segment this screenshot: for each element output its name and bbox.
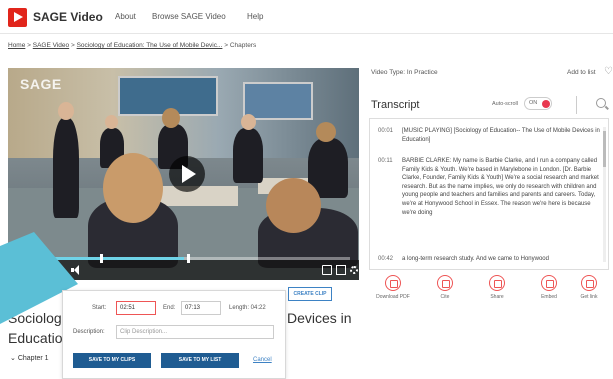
progress-bar[interactable] — [30, 254, 350, 263]
clip-start-handle[interactable] — [100, 254, 104, 263]
video-frame-student — [233, 128, 263, 183]
get-link-button[interactable]: Get link — [565, 275, 613, 300]
end-time-field[interactable]: 07:13 — [181, 301, 221, 315]
save-to-my-clips-button[interactable]: SAVE TO MY CLIPS — [73, 353, 151, 368]
site-logo-text[interactable]: SAGE Video — [33, 10, 103, 24]
tool-label: Get link — [580, 294, 598, 300]
clip-panel: Start: 02:51 End: 07:13 Length: 04:22 De… — [62, 290, 286, 379]
autoscroll-toggle[interactable]: ON — [524, 97, 552, 110]
page: SAGE Video About Browse SAGE Video Help … — [0, 0, 613, 379]
nav-about[interactable]: About — [115, 12, 136, 21]
end-label: End: — [163, 305, 176, 311]
sage-watermark: SAGE — [20, 76, 62, 92]
breadcrumb: Home > SAGE Video > Sociology of Educati… — [8, 42, 256, 49]
start-time-field[interactable]: 02:51 — [116, 301, 156, 315]
create-clip-button[interactable]: CREATE CLIP — [288, 287, 332, 301]
breadcrumb-title[interactable]: Sociology of Education: The Use of Mobil… — [77, 42, 223, 49]
transcript-scrollbar[interactable] — [603, 127, 606, 262]
gear-icon[interactable] — [350, 266, 358, 274]
autoscroll-state: ON — [529, 100, 538, 106]
description-label: Description: — [73, 329, 105, 335]
share-button[interactable]: Share — [473, 275, 521, 300]
download-icon — [385, 275, 401, 291]
nav-help[interactable]: Help — [247, 12, 263, 21]
add-to-list-link[interactable]: Add to list — [567, 69, 596, 76]
start-label: Start: — [92, 305, 107, 311]
video-type-label: Video Type: In Practice — [371, 69, 438, 76]
heart-icon[interactable]: ♡ — [604, 66, 613, 77]
clip-end-handle[interactable] — [186, 254, 190, 263]
transcript-tools: Download PDF Cite Share Embed Get link — [369, 275, 613, 315]
video-frame-head — [103, 153, 163, 223]
link-icon — [581, 275, 597, 291]
toggle-knob — [542, 100, 550, 108]
clip-length: Length: 04:22 — [229, 305, 266, 311]
video-frame-head — [105, 115, 118, 129]
transcript-text: [MUSIC PLAYING] [Sociology of Education-… — [402, 128, 600, 143]
breadcrumb-current: Chapters — [229, 42, 257, 49]
tool-label: Share — [490, 294, 504, 300]
chapter-link-label: Chapter 1 — [17, 355, 49, 362]
video-frame-head — [58, 102, 74, 120]
share-icon — [489, 275, 505, 291]
video-frame-head — [241, 114, 256, 130]
chapter-link[interactable]: ⌄ Chapter 1 — [10, 354, 49, 362]
transcript-text: BARBIE CLARKE: My name is Barbie Clarke,… — [402, 158, 599, 216]
search-icon[interactable] — [596, 98, 606, 108]
cite-icon — [437, 275, 453, 291]
cite-button[interactable]: Cite — [421, 275, 469, 300]
tool-label: Cite — [440, 294, 450, 300]
breadcrumb-home[interactable]: Home — [8, 42, 25, 49]
cancel-link[interactable]: Cancel — [253, 357, 272, 363]
tool-label: Download PDF — [376, 294, 410, 300]
scroll-thumb[interactable] — [603, 131, 606, 167]
breadcrumb-separator: > — [27, 42, 31, 49]
site-header: SAGE Video About Browse SAGE Video Help — [0, 0, 613, 34]
transcript-panel[interactable]: 00:01 [MUSIC PLAYING] [Sociology of Educ… — [369, 118, 609, 270]
breadcrumb-sage-video[interactable]: SAGE Video — [33, 42, 69, 49]
embed-icon — [541, 275, 557, 291]
fullscreen-icon[interactable] — [336, 265, 346, 275]
breadcrumb-separator: > — [70, 42, 75, 49]
video-frame-head — [162, 108, 180, 128]
save-to-my-list-button[interactable]: SAVE TO MY LIST — [161, 353, 239, 368]
nav-browse[interactable]: Browse SAGE Video — [152, 12, 226, 21]
video-frame-head — [316, 122, 336, 142]
play-button[interactable] — [169, 156, 205, 192]
autoscroll-label: Auto-scroll — [492, 101, 518, 107]
transcript-text: a long-term research study. And we came … — [402, 256, 549, 262]
captions-icon[interactable] — [322, 265, 332, 275]
description-field[interactable]: Clip Description... — [116, 325, 274, 339]
breadcrumb-separator: > — [224, 42, 229, 49]
transcript-title: Transcript — [371, 99, 420, 111]
divider — [576, 96, 577, 114]
transcript-time[interactable]: 00:11 — [378, 157, 393, 166]
video-frame-board — [243, 82, 313, 120]
sage-video-logo-icon[interactable] — [8, 8, 27, 27]
transcript-time[interactable]: 00:42 — [378, 255, 393, 264]
page-title-fragment: Educatio — [8, 330, 63, 346]
transcript-time[interactable]: 00:01 — [378, 127, 393, 136]
chevron-down-icon: ⌄ — [10, 355, 16, 362]
video-frame-head — [266, 178, 321, 233]
page-title-fragment: Devices in — [287, 310, 352, 326]
video-frame-teacher — [53, 118, 79, 218]
download-pdf-button[interactable]: Download PDF — [369, 275, 417, 300]
